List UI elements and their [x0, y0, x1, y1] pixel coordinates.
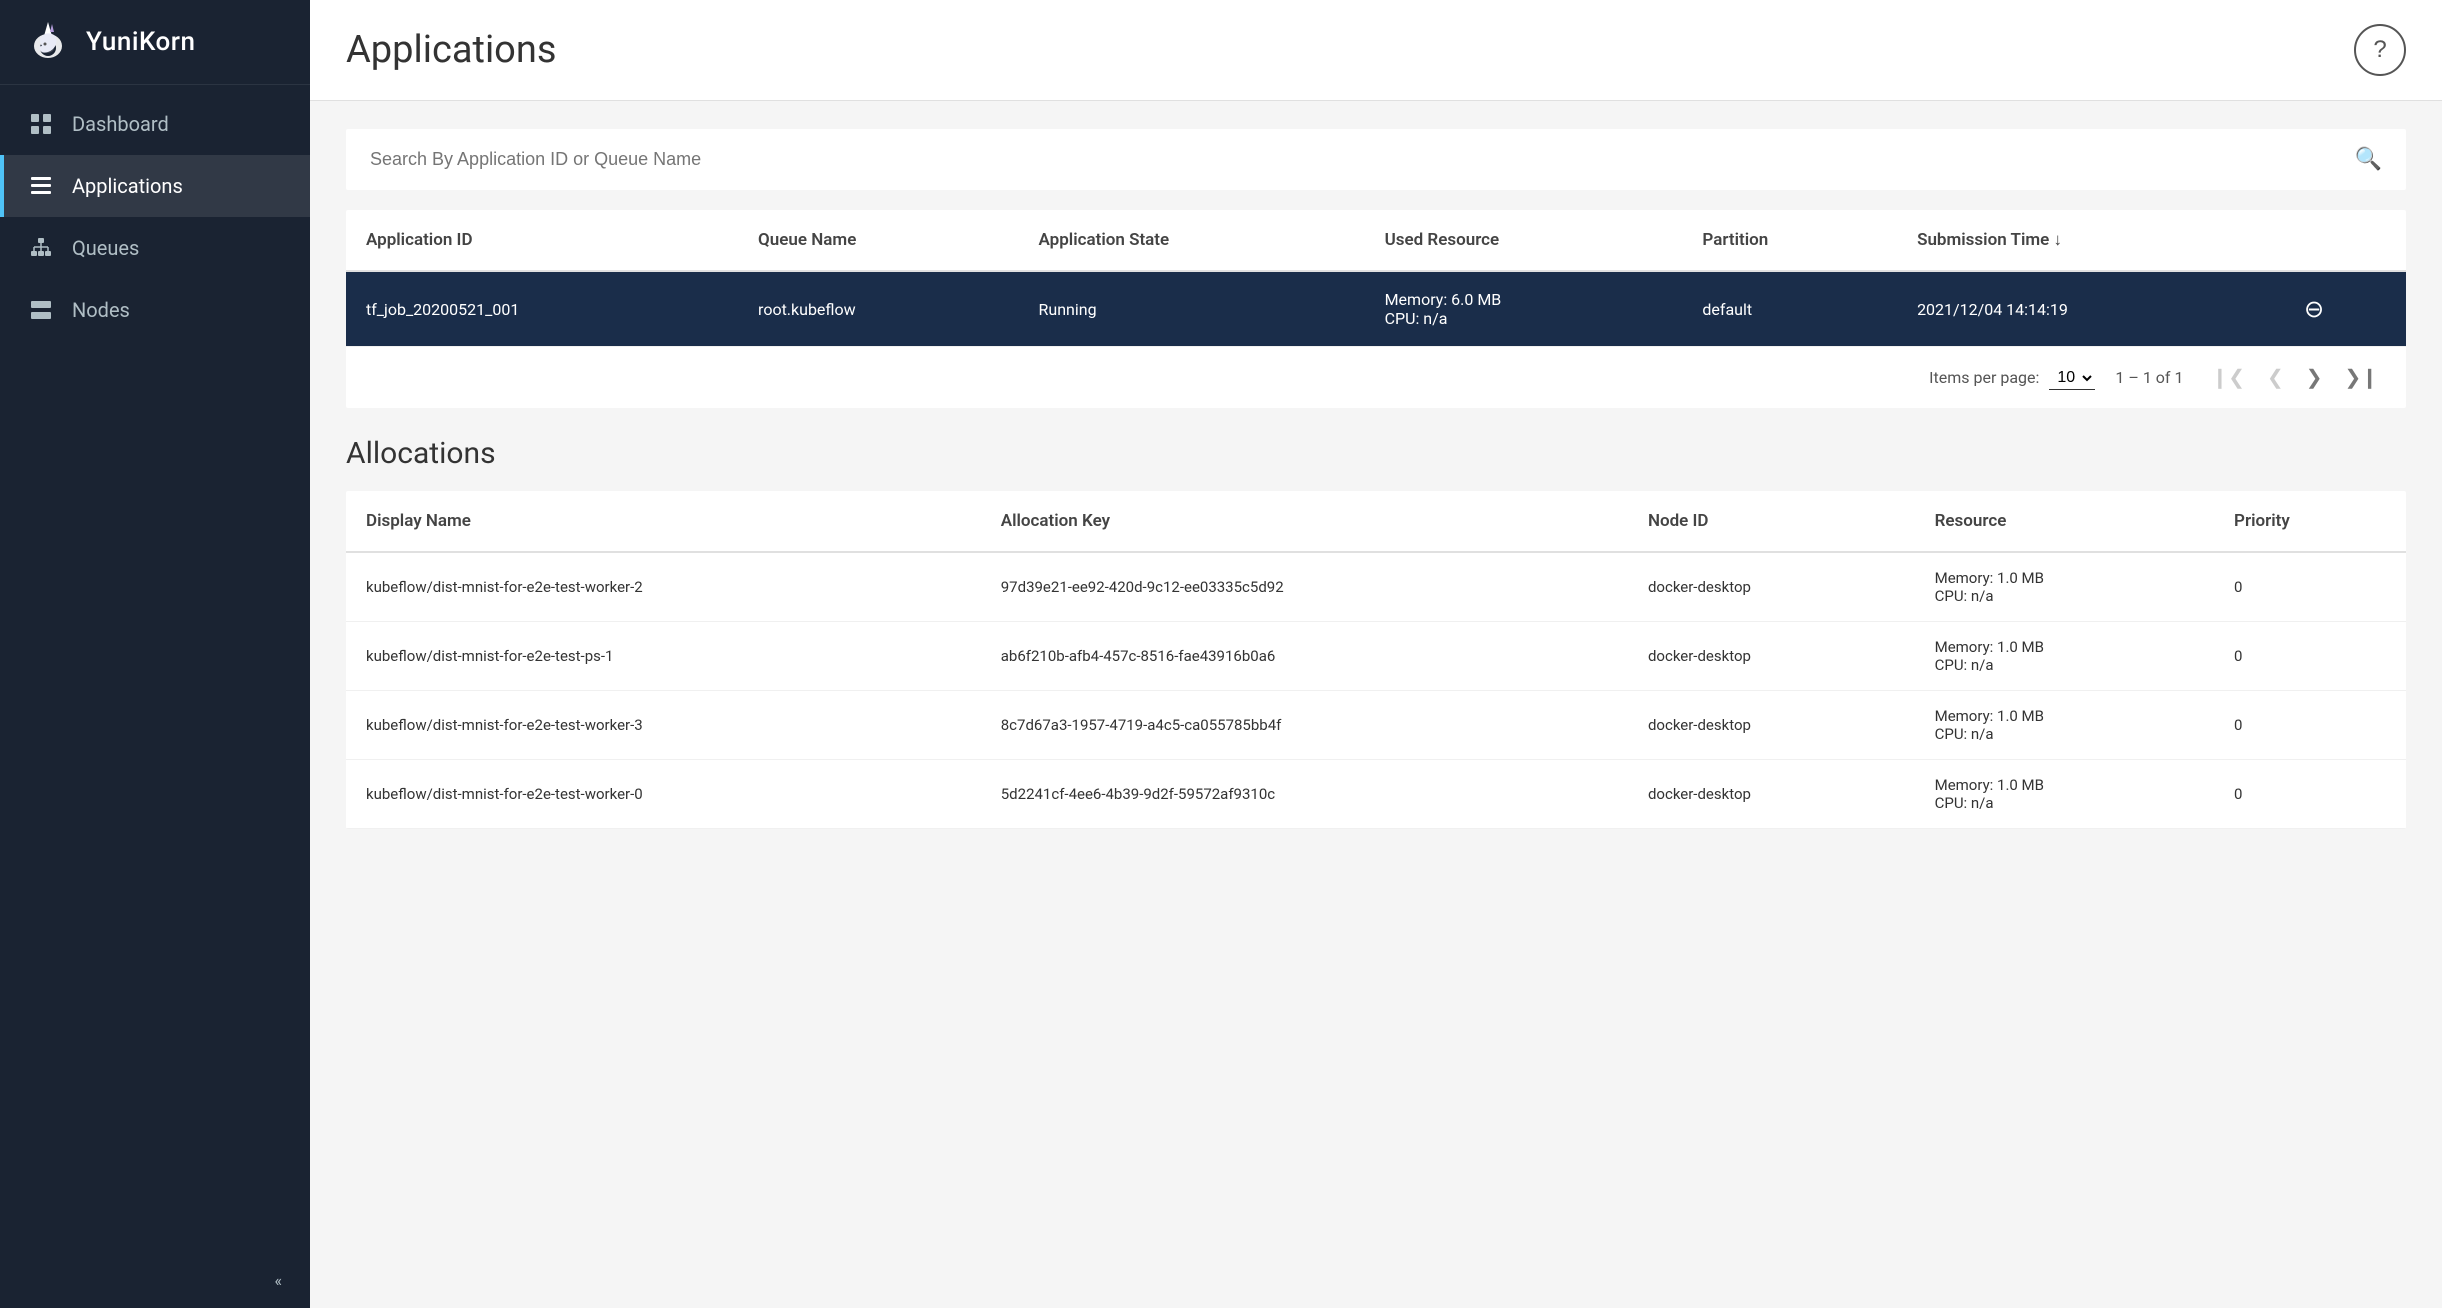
table-row[interactable]: kubeflow/dist-mnist-for-e2e-test-ps-1 ab…: [346, 622, 2406, 691]
alloc-priority-cell: 0: [2214, 552, 2406, 622]
alloc-col-display-name: Display Name: [346, 491, 981, 552]
first-page-button[interactable]: ❙❮: [2203, 361, 2253, 394]
remove-row-button[interactable]: ⊖: [2304, 295, 2324, 324]
sidebar-logo: YuniKorn: [0, 0, 310, 85]
applications-table-body: tf_job_20200521_001 root.kubeflow Runnin…: [346, 271, 2406, 347]
logo-text: YuniKorn: [86, 27, 195, 57]
sidebar-nav: Dashboard Applications: [0, 85, 310, 1253]
alloc-col-node-id: Node ID: [1628, 491, 1915, 552]
pagination-buttons: ❙❮ ❮ ❯ ❯❙: [2203, 361, 2386, 394]
sidebar-item-applications[interactable]: Applications: [0, 155, 310, 217]
table-row[interactable]: kubeflow/dist-mnist-for-e2e-test-worker-…: [346, 552, 2406, 622]
alloc-resource-cell: Memory: 1.0 MBCPU: n/a: [1915, 691, 2214, 760]
prev-page-button[interactable]: ❮: [2259, 361, 2292, 394]
sidebar-item-label-queues: Queues: [72, 236, 139, 260]
alloc-node-id-cell: docker-desktop: [1628, 691, 1915, 760]
used-resource-cell: Memory: 6.0 MBCPU: n/a: [1365, 271, 1683, 347]
page-info: 1 – 1 of 1: [2115, 368, 2183, 387]
search-icon[interactable]: 🔍: [2355, 147, 2382, 172]
search-input[interactable]: [370, 149, 2355, 170]
last-page-button[interactable]: ❯❙: [2336, 361, 2386, 394]
table-row[interactable]: kubeflow/dist-mnist-for-e2e-test-worker-…: [346, 760, 2406, 829]
col-header-app-id: Application ID: [346, 210, 738, 271]
grid-icon: [28, 111, 54, 137]
sidebar-item-nodes[interactable]: Nodes: [0, 279, 310, 341]
page-title: Applications: [346, 28, 556, 72]
submission-time-cell: 2021/12/04 14:14:19: [1897, 271, 2284, 347]
col-header-submission-time: Submission Time ↓: [1897, 210, 2284, 271]
main-header: Applications ?: [310, 0, 2442, 101]
app-id-cell: tf_job_20200521_001: [346, 271, 738, 347]
table-row[interactable]: tf_job_20200521_001 root.kubeflow Runnin…: [346, 271, 2406, 347]
sidebar: YuniKorn Dashboard: [0, 0, 310, 1308]
alloc-resource-cell: Memory: 1.0 MBCPU: n/a: [1915, 622, 2214, 691]
alloc-display-name-cell: kubeflow/dist-mnist-for-e2e-test-worker-…: [346, 552, 981, 622]
alloc-node-id-cell: docker-desktop: [1628, 552, 1915, 622]
server-icon: [28, 297, 54, 323]
sidebar-item-dashboard[interactable]: Dashboard: [0, 93, 310, 155]
sidebar-collapse-button[interactable]: «: [0, 1253, 310, 1308]
sidebar-item-label-dashboard: Dashboard: [72, 112, 169, 136]
alloc-display-name-cell: kubeflow/dist-mnist-for-e2e-test-worker-…: [346, 691, 981, 760]
col-header-app-state: Application State: [1019, 210, 1365, 271]
alloc-priority-cell: 0: [2214, 691, 2406, 760]
alloc-col-resource: Resource: [1915, 491, 2214, 552]
list-icon: [28, 173, 54, 199]
alloc-col-allocation-key: Allocation Key: [981, 491, 1628, 552]
alloc-priority-cell: 0: [2214, 760, 2406, 829]
partition-cell: default: [1682, 271, 1897, 347]
app-state-cell: Running: [1019, 271, 1365, 347]
pagination-row: Items per page: 10 25 50 1 – 1 of 1 ❙❮ ❮…: [346, 347, 2406, 408]
content-area: 🔍 Application ID Queue Name Application …: [310, 101, 2442, 857]
col-header-partition: Partition: [1682, 210, 1897, 271]
table-row[interactable]: kubeflow/dist-mnist-for-e2e-test-worker-…: [346, 691, 2406, 760]
alloc-display-name-cell: kubeflow/dist-mnist-for-e2e-test-worker-…: [346, 760, 981, 829]
items-per-page-label: Items per page:: [1929, 368, 2039, 387]
search-bar: 🔍: [346, 129, 2406, 190]
allocations-table-header: Display Name Allocation Key Node ID Reso…: [346, 491, 2406, 552]
items-per-page: Items per page: 10 25 50: [1929, 366, 2095, 390]
col-header-used-resource: Used Resource: [1365, 210, 1683, 271]
alloc-resource-cell: Memory: 1.0 MBCPU: n/a: [1915, 760, 2214, 829]
alloc-node-id-cell: docker-desktop: [1628, 760, 1915, 829]
alloc-display-name-cell: kubeflow/dist-mnist-for-e2e-test-ps-1: [346, 622, 981, 691]
row-action-cell: ⊖: [2284, 271, 2406, 347]
logo-icon: [24, 18, 72, 66]
next-page-button[interactable]: ❯: [2298, 361, 2331, 394]
alloc-key-cell: 97d39e21-ee92-420d-9c12-ee03335c5d92: [981, 552, 1628, 622]
alloc-col-priority: Priority: [2214, 491, 2406, 552]
per-page-select[interactable]: 10 25 50: [2049, 366, 2095, 390]
main-content: Applications ? 🔍 Application ID Queue Na…: [310, 0, 2442, 1308]
alloc-key-cell: ab6f210b-afb4-457c-8516-fae43916b0a6: [981, 622, 1628, 691]
allocations-table-body: kubeflow/dist-mnist-for-e2e-test-worker-…: [346, 552, 2406, 829]
allocations-title: Allocations: [346, 436, 2406, 471]
allocations-table: Display Name Allocation Key Node ID Reso…: [346, 491, 2406, 829]
alloc-key-cell: 5d2241cf-4ee6-4b39-9d2f-59572af9310c: [981, 760, 1628, 829]
alloc-resource-cell: Memory: 1.0 MBCPU: n/a: [1915, 552, 2214, 622]
applications-table-container: Application ID Queue Name Application St…: [346, 210, 2406, 408]
alloc-node-id-cell: docker-desktop: [1628, 622, 1915, 691]
applications-table: Application ID Queue Name Application St…: [346, 210, 2406, 347]
col-header-queue-name: Queue Name: [738, 210, 1018, 271]
sidebar-item-label-applications: Applications: [72, 174, 183, 198]
col-header-action: [2284, 210, 2406, 271]
hierarchy-icon: [28, 235, 54, 261]
sidebar-item-label-nodes: Nodes: [72, 298, 130, 322]
queue-name-cell: root.kubeflow: [738, 271, 1018, 347]
sidebar-item-queues[interactable]: Queues: [0, 217, 310, 279]
alloc-priority-cell: 0: [2214, 622, 2406, 691]
help-button[interactable]: ?: [2354, 24, 2406, 76]
applications-table-header: Application ID Queue Name Application St…: [346, 210, 2406, 271]
allocations-table-container: Display Name Allocation Key Node ID Reso…: [346, 491, 2406, 829]
alloc-key-cell: 8c7d67a3-1957-4719-a4c5-ca055785bb4f: [981, 691, 1628, 760]
